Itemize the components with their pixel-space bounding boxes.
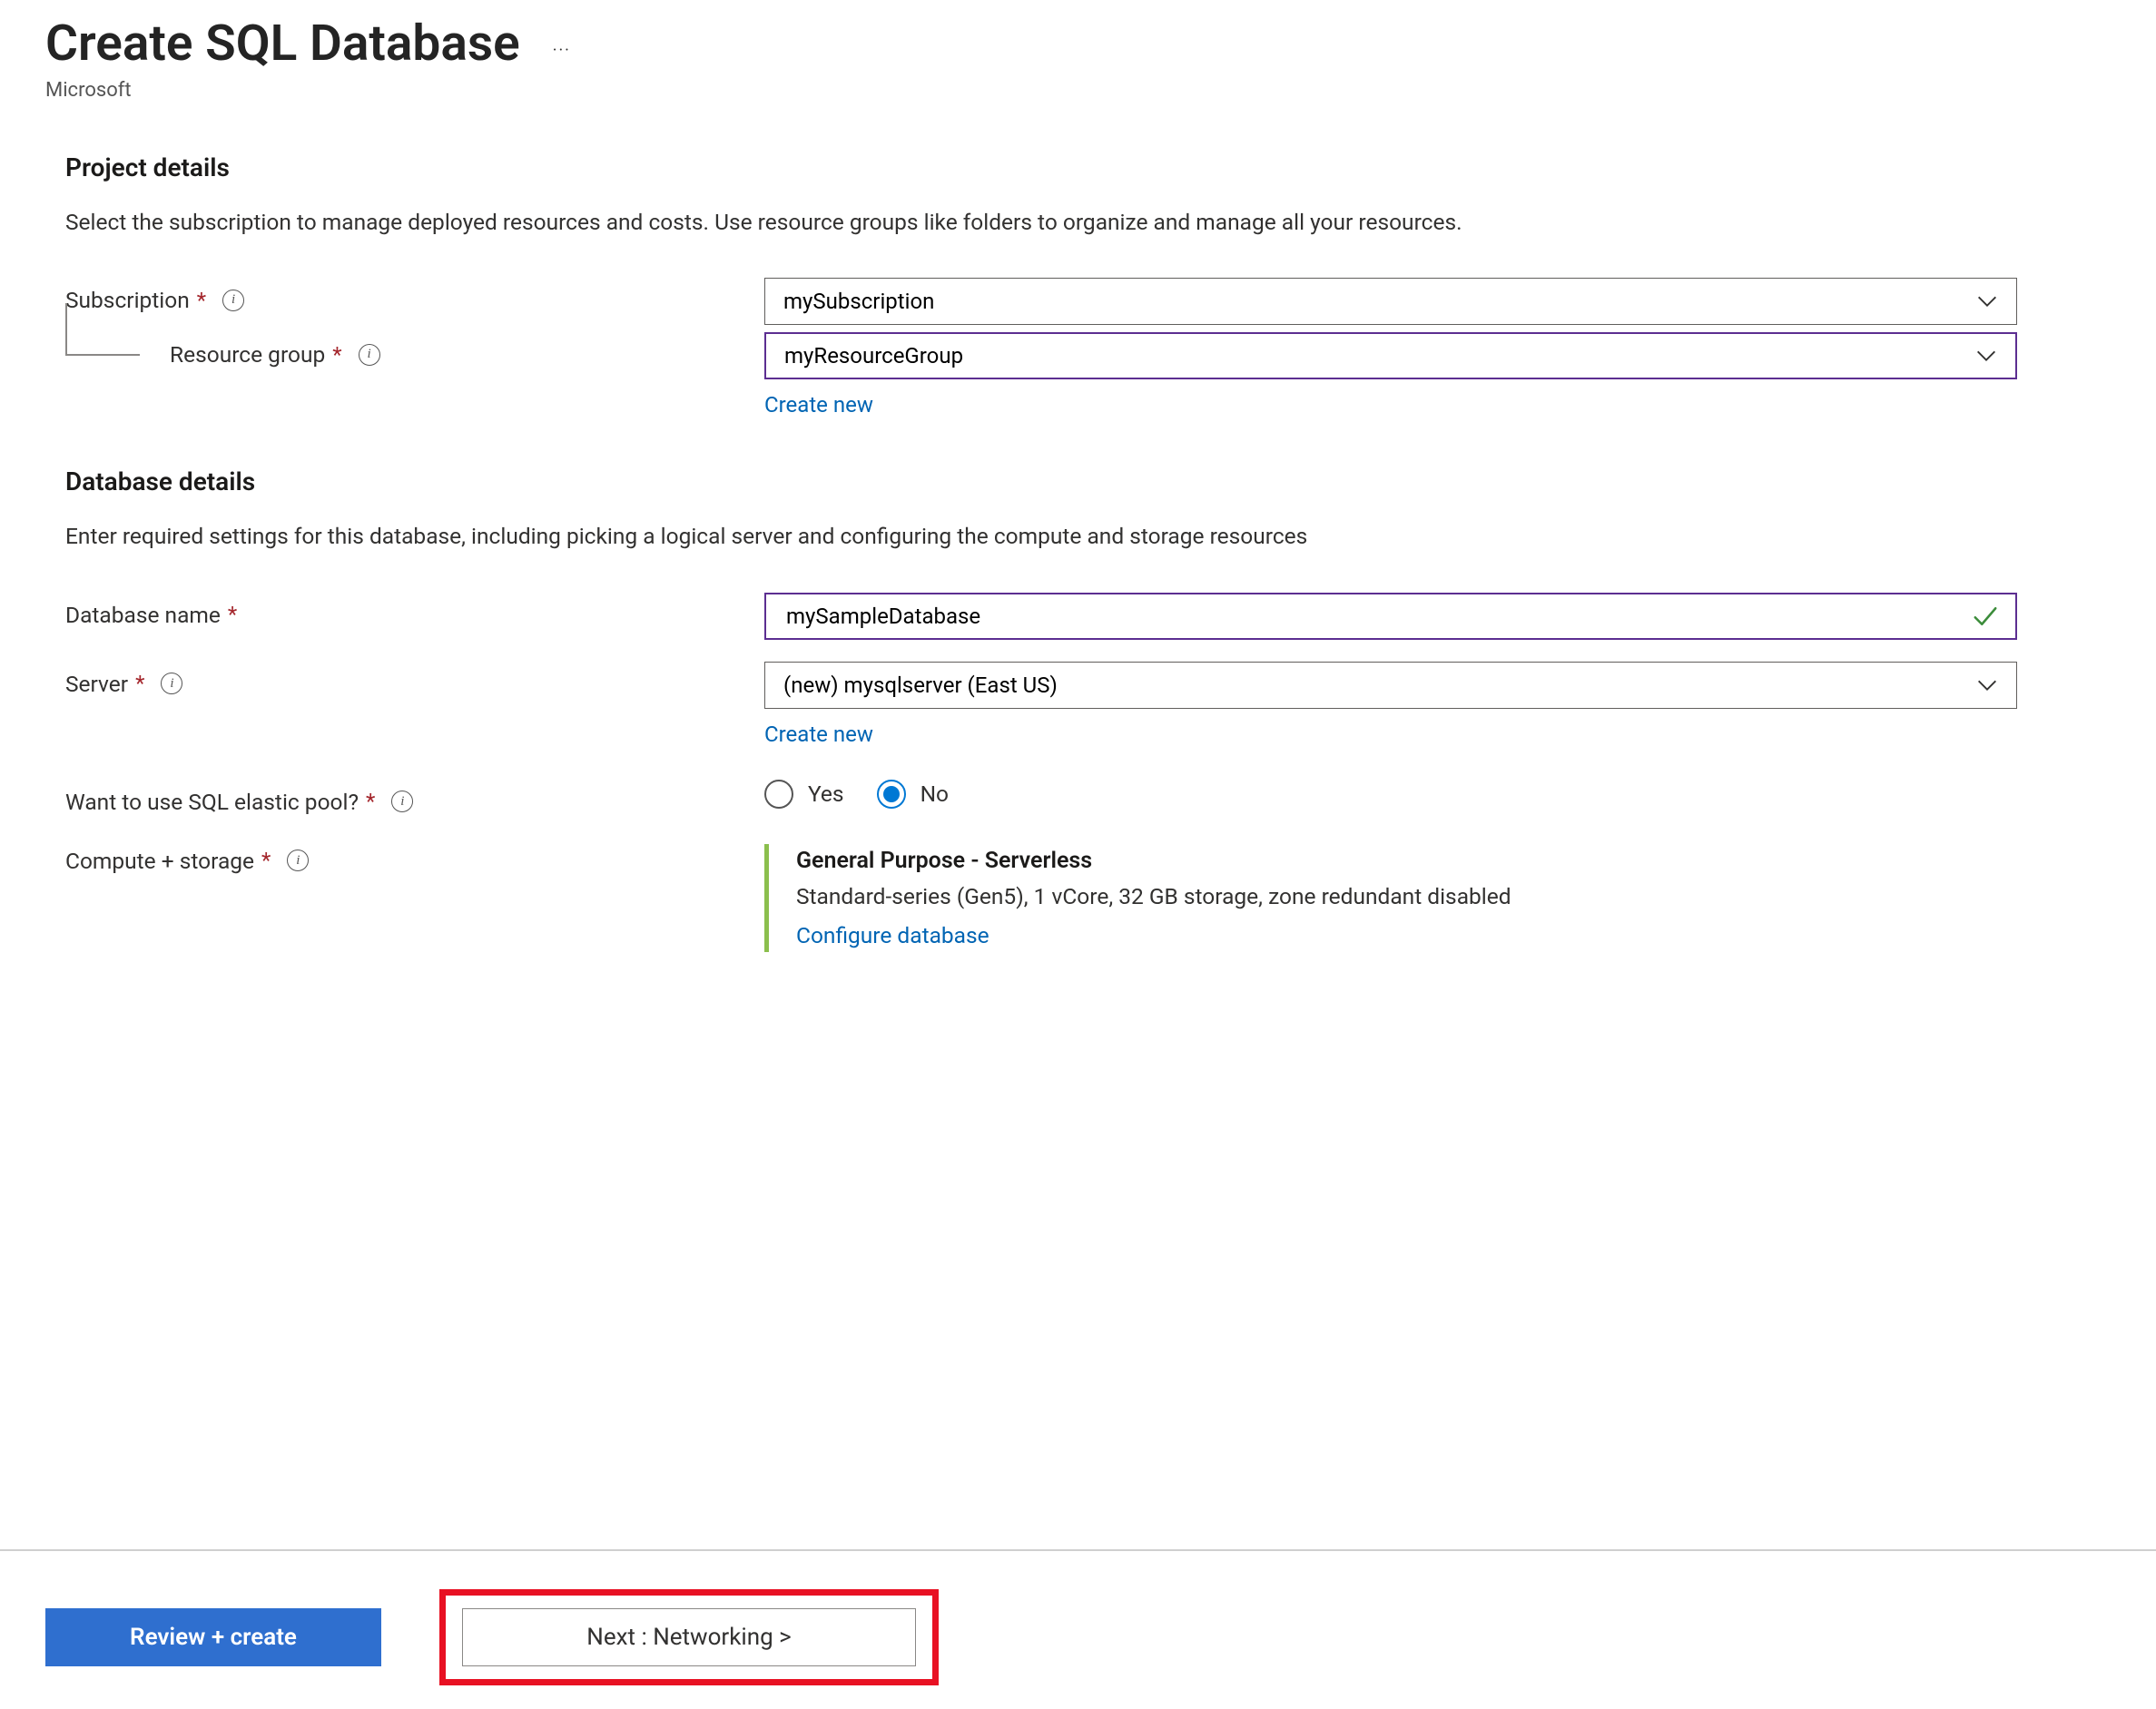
- server-label-text: Server: [65, 671, 128, 697]
- info-icon[interactable]: i: [391, 791, 413, 812]
- resource-group-dropdown-value: myResourceGroup: [784, 343, 963, 368]
- review-create-button[interactable]: Review + create: [45, 1608, 381, 1666]
- configure-database-link[interactable]: Configure database: [796, 922, 989, 948]
- resource-group-dropdown[interactable]: myResourceGroup: [764, 332, 2017, 379]
- required-indicator: *: [261, 848, 271, 873]
- chevron-down-icon: [1974, 343, 1999, 368]
- resource-group-label: Resource group * i: [65, 332, 764, 368]
- server-dropdown-value: (new) mysqlserver (East US): [783, 673, 1058, 698]
- elastic-pool-no-label: No: [920, 781, 949, 807]
- database-details-heading: Database details: [65, 467, 2043, 496]
- elastic-pool-yes-label: Yes: [808, 781, 844, 807]
- elastic-pool-label: Want to use SQL elastic pool? * i: [65, 780, 764, 815]
- database-name-label: Database name *: [65, 593, 764, 628]
- resource-group-label-text: Resource group: [170, 341, 325, 368]
- database-name-label-text: Database name: [65, 602, 221, 628]
- compute-storage-label: Compute + storage * i: [65, 844, 764, 874]
- server-create-new-link[interactable]: Create new: [764, 722, 873, 747]
- server-dropdown[interactable]: (new) mysqlserver (East US): [764, 662, 2017, 709]
- required-indicator: *: [197, 288, 206, 313]
- required-indicator: *: [366, 789, 375, 814]
- subscription-label: Subscription * i: [65, 278, 764, 313]
- radio-icon: [764, 780, 793, 809]
- required-indicator: *: [332, 342, 341, 368]
- compute-storage-label-text: Compute + storage: [65, 848, 254, 874]
- server-label: Server * i: [65, 662, 764, 697]
- next-button-highlight: Next : Networking >: [439, 1589, 939, 1685]
- wizard-footer: Review + create Next : Networking >: [0, 1549, 2156, 1709]
- compute-storage-detail: Standard-series (Gen5), 1 vCore, 32 GB s…: [796, 883, 2017, 909]
- check-icon: [1972, 603, 1999, 630]
- project-details-heading: Project details: [65, 152, 2043, 182]
- required-indicator: *: [135, 671, 144, 696]
- page-title: Create SQL Database: [45, 16, 520, 72]
- compute-storage-title: General Purpose - Serverless: [796, 848, 2017, 874]
- required-indicator: *: [228, 602, 237, 627]
- radio-icon: [877, 780, 906, 809]
- database-name-input[interactable]: [784, 594, 1966, 638]
- elastic-pool-radio-group: Yes No: [764, 780, 2017, 809]
- info-icon[interactable]: i: [287, 850, 309, 871]
- database-details-description: Enter required settings for this databas…: [65, 520, 1926, 553]
- chevron-down-icon: [1974, 673, 2000, 698]
- compute-storage-summary: General Purpose - Serverless Standard-se…: [764, 844, 2017, 952]
- next-networking-button[interactable]: Next : Networking >: [462, 1608, 916, 1666]
- subscription-dropdown[interactable]: mySubscription: [764, 278, 2017, 325]
- elastic-pool-radio-no[interactable]: No: [877, 780, 949, 809]
- info-icon[interactable]: i: [359, 344, 380, 366]
- database-name-input-wrap: [764, 593, 2017, 640]
- chevron-down-icon: [1974, 289, 2000, 314]
- more-actions-button[interactable]: ···: [553, 41, 571, 60]
- indent-branch-icon: [65, 303, 140, 356]
- elastic-pool-label-text: Want to use SQL elastic pool?: [65, 789, 359, 815]
- subscription-dropdown-value: mySubscription: [783, 289, 934, 314]
- page-subtitle: Microsoft: [45, 79, 2156, 102]
- resource-group-create-new-link[interactable]: Create new: [764, 392, 873, 417]
- info-icon[interactable]: i: [222, 290, 244, 311]
- elastic-pool-radio-yes[interactable]: Yes: [764, 780, 844, 809]
- project-details-description: Select the subscription to manage deploy…: [65, 206, 1926, 239]
- info-icon[interactable]: i: [161, 673, 182, 694]
